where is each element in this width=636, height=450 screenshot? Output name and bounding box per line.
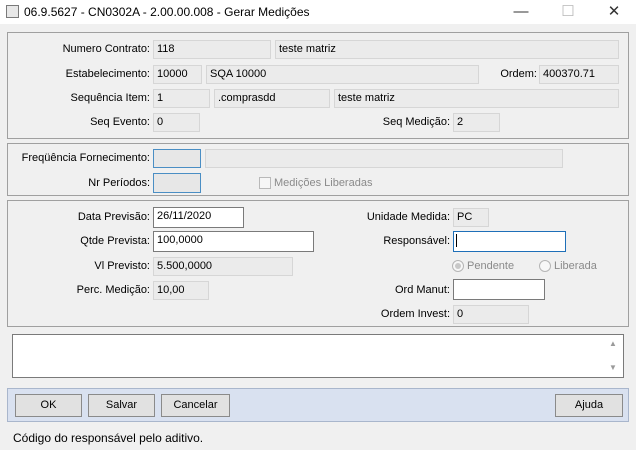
app-icon xyxy=(6,5,19,18)
unidade-medida-field: PC xyxy=(453,208,489,227)
unidade-medida-label: Unidade Medida: xyxy=(366,211,450,223)
sequencia-item-field: 1 xyxy=(153,89,210,108)
status-bar: Código do responsável pelo aditivo. xyxy=(0,426,636,450)
maximize-button[interactable]: ☐ xyxy=(557,2,579,22)
cancelar-button[interactable]: Cancelar xyxy=(161,394,230,417)
radio-liberada[interactable] xyxy=(539,260,551,272)
perc-medicao-label: Perc. Medição: xyxy=(76,284,150,296)
close-button[interactable]: ✕ xyxy=(603,2,625,22)
qtde-prevista-label: Qtde Prevista: xyxy=(80,235,150,247)
window-title: 06.9.5627 - CN0302A - 2.00.00.008 - Gera… xyxy=(24,5,310,19)
seq-medicao-field: 2 xyxy=(453,113,500,132)
frequencia-field[interactable] xyxy=(153,149,201,168)
ordem-invest-label: Ordem Invest: xyxy=(380,308,450,320)
item-code-field: .comprasdd xyxy=(214,89,330,108)
salvar-button[interactable]: Salvar xyxy=(88,394,155,417)
responsavel-input[interactable] xyxy=(453,231,566,252)
medicoes-liberadas-checkbox[interactable] xyxy=(259,177,271,189)
seq-medicao-label: Seq Medição: xyxy=(382,116,450,128)
scroll-down-icon[interactable]: ▼ xyxy=(607,362,619,374)
medicoes-liberadas-label: Medições Liberadas xyxy=(274,177,373,189)
item-desc-field: teste matriz xyxy=(334,89,619,108)
radio-pendente-label: Pendente xyxy=(467,260,515,272)
ordem-label: Ordem: xyxy=(500,68,537,80)
title-bar: 06.9.5627 - CN0302A - 2.00.00.008 - Gera… xyxy=(0,0,636,24)
radio-liberada-label: Liberada xyxy=(554,260,597,272)
sequencia-item-label: Sequência Item: xyxy=(70,92,151,104)
estabelecimento-label: Estabelecimento: xyxy=(65,68,150,80)
nr-periodos-label: Nr Períodos: xyxy=(88,177,150,189)
ordem-invest-field: 0 xyxy=(453,305,529,324)
numero-contrato-field: 118 xyxy=(153,40,271,59)
perc-medicao-field: 10,00 xyxy=(153,281,209,300)
vl-previsto-field: 5.500,0000 xyxy=(153,257,293,276)
frequencia-label: Freqüência Fornecimento: xyxy=(21,152,150,164)
data-previsao-label: Data Previsão: xyxy=(77,211,150,223)
radio-pendente[interactable] xyxy=(452,260,464,272)
ord-manut-label: Ord Manut: xyxy=(394,284,450,296)
numero-contrato-desc-field: teste matriz xyxy=(275,40,619,59)
qtde-prevista-input[interactable]: 100,0000 xyxy=(153,231,314,252)
scroll-up-icon[interactable]: ▲ xyxy=(607,338,619,350)
ok-button[interactable]: OK xyxy=(15,394,82,417)
seq-evento-label: Seq Evento: xyxy=(90,116,150,128)
minimize-button[interactable]: — xyxy=(510,2,532,22)
frequencia-desc-field xyxy=(205,149,563,168)
data-previsao-input[interactable]: 26/11/2020 xyxy=(153,207,244,228)
ajuda-button[interactable]: Ajuda xyxy=(555,394,623,417)
ordem-field: 400370.71 xyxy=(539,65,619,84)
notes-textarea[interactable]: ▲ ▼ xyxy=(12,334,624,378)
status-text: Código do responsável pelo aditivo. xyxy=(13,431,204,445)
responsavel-label: Responsável: xyxy=(383,235,450,247)
estabelecimento-name-field: SQA 10000 xyxy=(206,65,479,84)
nr-periodos-field[interactable] xyxy=(153,173,201,193)
numero-contrato-label: Numero Contrato: xyxy=(62,43,150,55)
vl-previsto-label: Vl Previsto: xyxy=(94,260,150,272)
estabelecimento-code-field: 10000 xyxy=(153,65,202,84)
ord-manut-input[interactable] xyxy=(453,279,545,300)
text-caret xyxy=(456,234,457,247)
seq-evento-field: 0 xyxy=(153,113,200,132)
